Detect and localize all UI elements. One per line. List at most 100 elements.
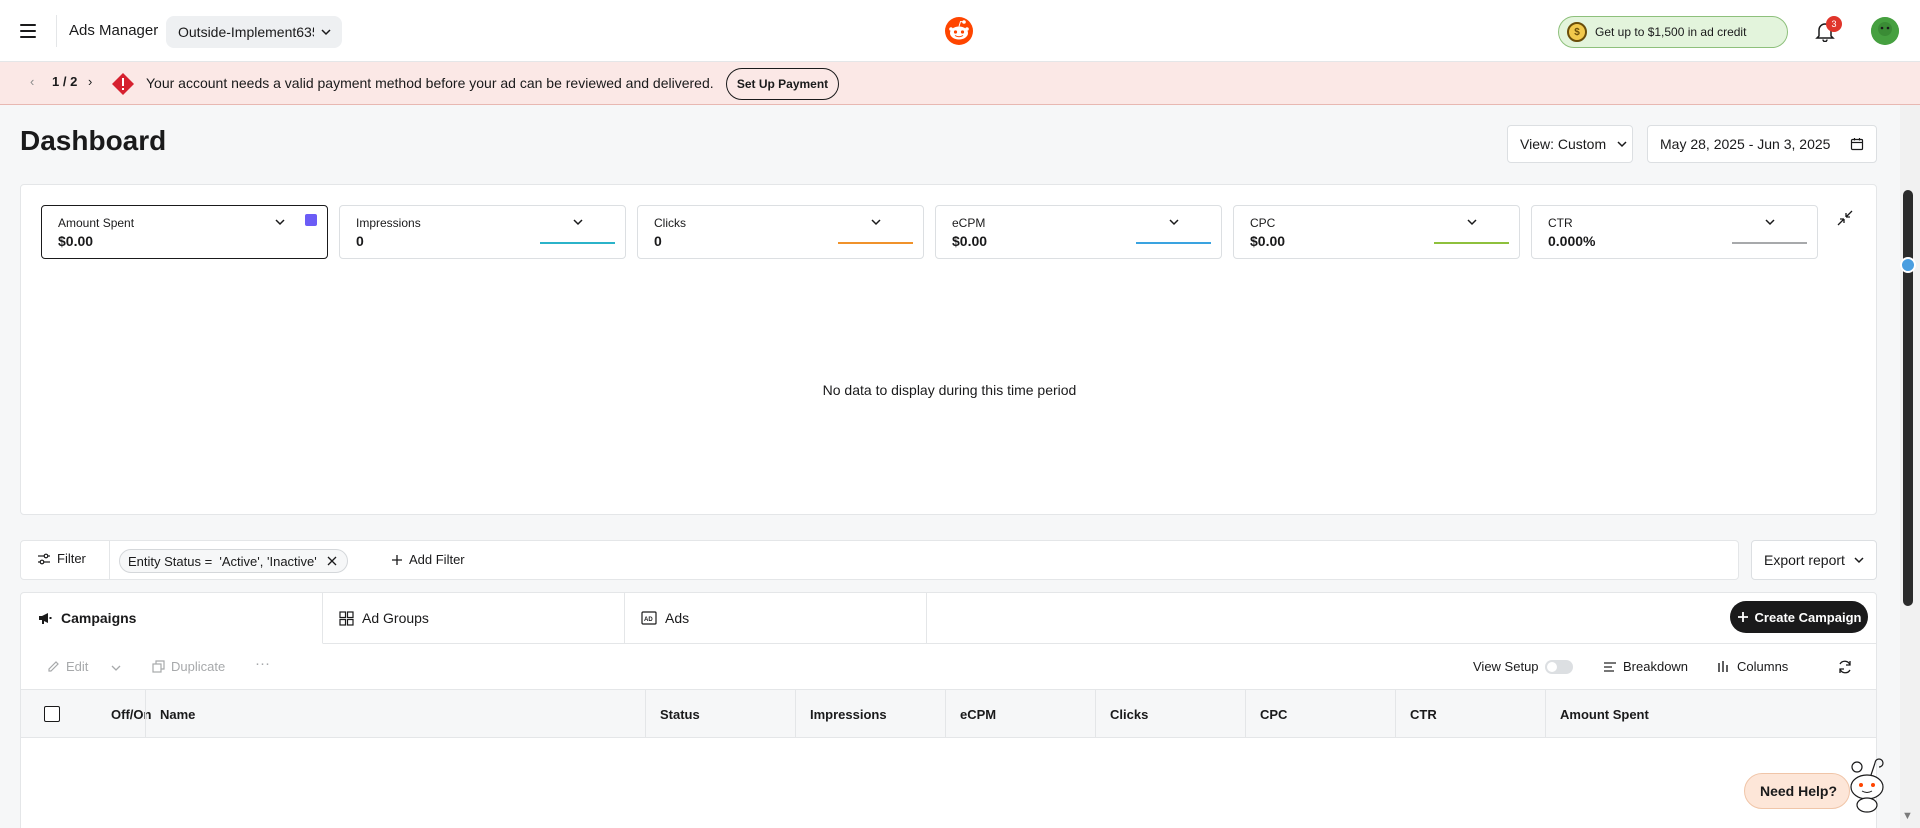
breakdown-label: Breakdown (1623, 659, 1689, 674)
error-icon (112, 73, 134, 95)
view-select[interactable]: View: Custom (1507, 125, 1633, 163)
metric-value: 0.000% (1548, 233, 1596, 249)
calendar-icon (1850, 138, 1864, 151)
columns-icon (1718, 661, 1728, 672)
column-header-ecpm[interactable]: eCPM (945, 690, 1095, 738)
sparkline (540, 242, 615, 244)
column-header-amount-spent[interactable]: Amount Spent (1545, 690, 1876, 738)
metric-label: CPC (1250, 216, 1276, 230)
date-range-picker[interactable]: May 28, 2025 - Jun 3, 2025 (1647, 125, 1877, 163)
select-all-checkbox[interactable] (44, 706, 60, 722)
refresh-icon[interactable] (1837, 659, 1853, 675)
column-header-clicks[interactable]: Clicks (1095, 690, 1245, 738)
chevron-down-icon (321, 29, 331, 36)
duplicate-label: Duplicate (171, 659, 226, 674)
view-setup-label: View Setup (1473, 659, 1539, 674)
export-report-label: Export report (1764, 552, 1845, 568)
column-header-ctr[interactable]: CTR (1395, 690, 1545, 738)
filter-icon (38, 553, 50, 564)
column-header-impressions[interactable]: Impressions (795, 690, 945, 738)
scrollbar-thumb[interactable] (1903, 190, 1913, 606)
add-filter-label: Add Filter (409, 552, 465, 567)
breakdown-button[interactable]: Breakdown (1603, 659, 1688, 674)
view-setup-toggle[interactable]: View Setup (1473, 659, 1573, 674)
tab-ad-groups[interactable]: Ad Groups (323, 593, 625, 644)
metric-label: Clicks (654, 216, 686, 230)
need-help-button[interactable]: Need Help? (1744, 773, 1850, 809)
filter-button[interactable]: Filter (37, 551, 86, 566)
series-color-swatch (305, 214, 317, 226)
plus-icon (1737, 612, 1748, 622)
export-report-button[interactable]: Export report (1751, 540, 1877, 580)
ad-credit-button[interactable]: $ Get up to $1,500 in ad credit (1558, 16, 1788, 48)
table-header: Off/On Name Status Impressions eCPM Clic… (21, 689, 1876, 738)
account-selector[interactable]: Outside-Implement6352 (166, 16, 342, 48)
chevron-down-icon[interactable] (1168, 216, 1180, 228)
megaphone-icon (39, 613, 52, 624)
filter-chip-entity-status[interactable]: Entity Status = 'Active', 'Inactive' (119, 549, 348, 573)
metric-card-amount-spent[interactable]: Amount Spent $0.00 (41, 205, 328, 259)
tab-label: Ads (665, 610, 690, 626)
ad-credit-label: Get up to $1,500 in ad credit (1595, 25, 1747, 39)
metric-value: 0 (356, 233, 364, 249)
chevron-down-icon[interactable] (572, 216, 584, 228)
metrics-chart-panel: Amount Spent $0.00 Impressions 0 Clicks … (20, 184, 1877, 515)
grid-icon (339, 610, 354, 626)
metric-card-impressions[interactable]: Impressions 0 (339, 205, 626, 259)
chevron-down-icon[interactable] (111, 663, 121, 673)
metric-value: $0.00 (1250, 233, 1286, 249)
snoo-mascot-icon[interactable] (1845, 753, 1889, 813)
payment-alert-banner: ‹ 1 / 2 › Your account needs a valid pay… (0, 62, 1920, 105)
tab-ads[interactable]: AD Ads (625, 593, 927, 644)
columns-button[interactable]: Columns (1717, 659, 1788, 674)
app-title: Ads Manager (69, 22, 159, 39)
scroll-indicator-knob[interactable] (1900, 257, 1916, 273)
add-filter-button[interactable]: Add Filter (391, 552, 465, 567)
breakdown-icon (1604, 661, 1616, 672)
ad-icon: AD (641, 611, 657, 625)
duplicate-button[interactable]: Duplicate (152, 659, 225, 674)
collapse-icon[interactable] (1836, 209, 1854, 227)
chevron-down-icon[interactable] (1764, 216, 1776, 228)
metric-card-cpc[interactable]: CPC $0.00 (1233, 205, 1520, 259)
metric-label: eCPM (952, 216, 986, 230)
metric-label: Impressions (356, 216, 421, 230)
close-icon[interactable] (327, 556, 337, 566)
divider (56, 15, 57, 47)
metric-value: $0.00 (58, 233, 94, 249)
reddit-logo-icon[interactable] (944, 16, 974, 46)
notification-badge: 3 (1826, 16, 1842, 32)
edit-label: Edit (66, 659, 89, 674)
empty-chart-message: No data to display during this time peri… (822, 382, 1077, 398)
chevron-down-icon[interactable] (274, 216, 286, 228)
column-header-name[interactable]: Name (145, 690, 666, 738)
chevron-down-icon[interactable] (870, 216, 882, 228)
column-header-cpc[interactable]: CPC (1245, 690, 1395, 738)
create-campaign-label: Create Campaign (1754, 609, 1862, 625)
toggle-switch[interactable] (1544, 659, 1573, 674)
pencil-icon (48, 661, 59, 672)
avatar[interactable] (1871, 17, 1899, 45)
tab-campaigns[interactable]: Campaigns (21, 593, 323, 644)
create-campaign-button[interactable]: Create Campaign (1730, 601, 1868, 633)
edit-button[interactable]: Edit (47, 659, 88, 674)
chevron-right-icon[interactable]: › (88, 74, 92, 89)
page-title: Dashboard (20, 125, 167, 156)
sparkline (838, 242, 913, 244)
menu-icon[interactable] (20, 20, 36, 42)
alert-message: Your account needs a valid payment metho… (146, 75, 714, 91)
chevron-left-icon[interactable]: ‹ (30, 74, 34, 89)
more-options-button[interactable]: ··· (255, 655, 270, 672)
chevron-down-icon[interactable] (1466, 216, 1478, 228)
metric-card-ctr[interactable]: CTR 0.000% (1531, 205, 1818, 259)
column-header-status[interactable]: Status (645, 690, 795, 738)
chevron-down-icon (1617, 141, 1627, 148)
metric-card-clicks[interactable]: Clicks 0 (637, 205, 924, 259)
set-up-payment-button[interactable]: Set Up Payment (726, 68, 839, 100)
scroll-down-arrow-icon[interactable]: ▼ (1902, 810, 1913, 822)
sparkline (1732, 242, 1807, 244)
metric-card-ecpm[interactable]: eCPM $0.00 (935, 205, 1222, 259)
metric-label: Amount Spent (58, 216, 135, 230)
columns-label: Columns (1737, 659, 1789, 674)
sparkline (1136, 242, 1211, 244)
